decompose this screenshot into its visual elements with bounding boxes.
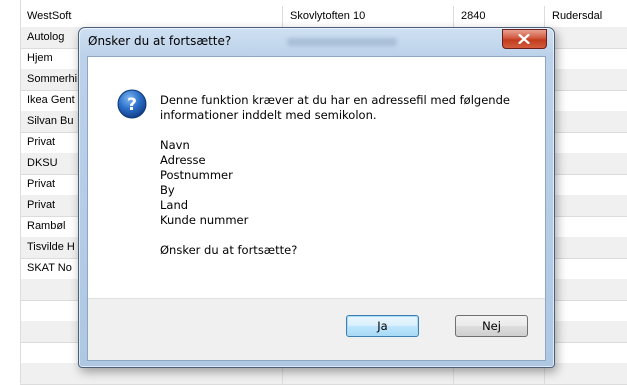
svg-text:?: ?	[127, 95, 137, 115]
field-name: By	[160, 183, 175, 197]
information-icon: ?	[117, 89, 147, 119]
table-cell-city[interactable]	[545, 27, 627, 48]
message-line: informationer inddelt med semikolon.	[160, 108, 377, 122]
table-cell-city[interactable]	[545, 174, 627, 195]
dialog-content: ? Denne funktion kræver at du har en adr…	[87, 56, 546, 361]
yes-button[interactable]: Ja	[346, 315, 419, 337]
field-name: Kunde nummer	[160, 213, 249, 227]
dialog-question: Ønsker du at fortsætte?	[160, 243, 298, 257]
table-cell-city[interactable]	[545, 69, 627, 90]
table-cell-address[interactable]: Skovlytoften 10	[283, 6, 454, 27]
table-row[interactable]: WestSoft Skovlytoften 10 2840 Rudersdal	[20, 6, 627, 28]
table-cell-zip[interactable]: 2840	[454, 6, 545, 27]
dialog-button-bar: Ja Nej	[88, 298, 545, 360]
table-cell-city[interactable]	[545, 363, 627, 384]
table-cell-city[interactable]	[545, 237, 627, 258]
table-cell-city[interactable]	[545, 258, 627, 279]
close-icon	[518, 34, 530, 44]
field-name: Navn	[160, 138, 190, 152]
table-cell-city[interactable]	[545, 48, 627, 69]
no-button[interactable]: Nej	[455, 315, 528, 337]
table-cell-name[interactable]: WestSoft	[20, 6, 283, 27]
table-cell-city[interactable]	[545, 300, 627, 321]
message-line: Denne funktion kræver at du har en adres…	[160, 93, 510, 107]
table-cell-city[interactable]	[545, 153, 627, 174]
table-cell-city[interactable]	[545, 90, 627, 111]
table-cell-city[interactable]	[545, 321, 627, 342]
dialog-title: Ønsker du at fortsætte?	[88, 34, 232, 48]
table-cell-city[interactable]	[545, 342, 627, 363]
dialog-message: Denne funktion kræver at du har en adres…	[160, 93, 540, 258]
close-button[interactable]	[502, 29, 547, 49]
field-name: Land	[160, 198, 189, 212]
table-cell-city[interactable]: Rudersdal	[545, 6, 627, 27]
grid-row-header-column	[0, 0, 21, 383]
confirm-dialog: Ønsker du at fortsætte? ? Denne funktion…	[78, 27, 555, 368]
blurred-background-text	[287, 38, 397, 46]
field-name: Postnummer	[160, 168, 233, 182]
table-cell-city[interactable]	[545, 195, 627, 216]
table-cell-city[interactable]	[545, 111, 627, 132]
table-cell-city[interactable]	[545, 216, 627, 237]
dialog-titlebar[interactable]: Ønsker du at fortsætte?	[79, 28, 554, 54]
table-cell-city[interactable]	[545, 132, 627, 153]
field-name: Adresse	[160, 153, 206, 167]
table-cell-city[interactable]	[545, 279, 627, 300]
